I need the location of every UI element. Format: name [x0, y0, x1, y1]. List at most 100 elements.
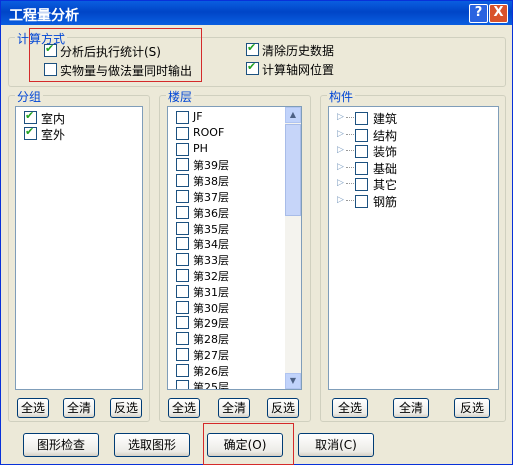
floor-item-checkbox[interactable] [176, 205, 189, 219]
component-invert-button[interactable]: 反选 [454, 398, 490, 418]
component-item-label: 钢筋 [373, 194, 398, 209]
floor-item-checkbox[interactable] [176, 284, 189, 298]
floor-item-checkbox[interactable] [176, 332, 189, 346]
group-item-checkbox[interactable] [24, 109, 37, 124]
floor-item-checkbox[interactable] [176, 300, 189, 314]
group-item-label: 室内 [41, 112, 66, 126]
floor-item-label: 第34层 [193, 238, 229, 252]
floor-item-checkbox[interactable] [176, 363, 189, 377]
group-clear-all-button[interactable]: 全清 [63, 398, 95, 418]
expand-arrow-icon[interactable]: ▷ [337, 145, 344, 155]
scroll-up-icon[interactable]: ▲ [285, 107, 301, 123]
group-item-label: 室外 [41, 128, 66, 142]
tree-connector [346, 166, 354, 168]
floor-item-checkbox[interactable] [176, 111, 189, 124]
component-item-checkbox[interactable] [355, 194, 368, 208]
dialog-window: 工程量分析 ? X 计算方式 分析后执行统计(S) 实物量与做法量同时输出 清除… [0, 0, 513, 465]
clear-history-checkbox[interactable] [246, 41, 259, 56]
group-panel: 分组 室内 室外 全选 全清 反选 [8, 88, 150, 422]
calc-method-group: 计算方式 分析后执行统计(S) 实物量与做法量同时输出 清除历史数据 计算轴网位… [8, 28, 506, 87]
floor-item-label: 第38层 [193, 175, 229, 189]
expand-arrow-icon[interactable]: ▷ [337, 112, 344, 122]
floor-item-checkbox[interactable] [176, 253, 189, 267]
title-bar[interactable]: 工程量分析 ? X [1, 1, 512, 25]
floor-clear-all-button[interactable]: 全清 [218, 398, 250, 418]
physical-output-label: 实物量与做法量同时输出 [60, 64, 193, 78]
pick-graphic-button[interactable]: 选取图形 [114, 433, 190, 457]
component-item-label: 装饰 [373, 145, 398, 159]
tree-connector [346, 199, 354, 201]
group-invert-button[interactable]: 反选 [110, 398, 142, 418]
component-item-label: 结构 [373, 128, 398, 143]
floor-item-label: 第39层 [193, 159, 229, 173]
floor-item-label: 第35层 [193, 222, 229, 236]
expand-arrow-icon[interactable]: ▷ [337, 195, 344, 205]
floor-item-label: 第33层 [193, 254, 229, 268]
graphic-check-button[interactable]: 图形检查 [23, 433, 99, 457]
tree-connector [346, 183, 354, 184]
window-title: 工程量分析 [9, 8, 79, 24]
group-list: 室内 室外 [15, 106, 143, 390]
floor-item-label: 第28层 [193, 333, 229, 347]
group-item-checkbox[interactable] [24, 125, 37, 140]
floor-item-label: 第37层 [193, 191, 229, 204]
expand-arrow-icon[interactable]: ▷ [337, 129, 344, 139]
floor-item-label: JF [193, 110, 203, 123]
floor-item-label: 第29层 [193, 317, 229, 331]
component-item-label: 其它 [373, 178, 398, 192]
floor-item-label: 第36层 [193, 206, 229, 220]
component-clear-all-button[interactable]: 全清 [393, 398, 429, 418]
floor-item-checkbox[interactable] [176, 158, 189, 172]
floor-invert-button[interactable]: 反选 [267, 398, 299, 418]
floor-item-checkbox[interactable] [176, 221, 189, 235]
floor-item-label: 第30层 [193, 301, 229, 315]
component-item-checkbox[interactable] [355, 178, 368, 191]
axis-position-checkbox[interactable] [246, 60, 259, 75]
scroll-down-icon[interactable]: ▼ [285, 373, 301, 389]
close-button[interactable]: X [489, 4, 508, 23]
cancel-button[interactable]: 取消(C) [298, 433, 374, 457]
floor-panel: 楼层 JF ROOF PH 第39层第38层第37层第36层第35层第34层第33层第… [159, 88, 311, 422]
analyze-stat-checkbox[interactable] [44, 42, 57, 57]
ok-button[interactable]: 确定(O) [207, 433, 283, 457]
floor-item-label: PH [193, 141, 208, 155]
component-tree: ▷ 建筑 ▷ 结构 ▷ 装饰 ▷ 基础 ▷ 其它 ▷ 钢筋 [328, 106, 499, 390]
floor-item-label: 第32层 [193, 270, 229, 283]
floor-item-label: 第27层 [193, 349, 229, 362]
component-item-checkbox[interactable] [355, 161, 368, 175]
help-button[interactable]: ? [469, 4, 488, 23]
tree-connector [346, 150, 354, 151]
floor-item-checkbox[interactable] [176, 269, 189, 282]
floor-scrollbar[interactable]: ▲ ▼ [285, 107, 301, 389]
group-select-all-button[interactable]: 全选 [17, 398, 49, 418]
tree-connector [346, 133, 354, 135]
floor-item-checkbox[interactable] [176, 316, 189, 330]
floor-item-label: 第26层 [193, 364, 229, 378]
component-item-checkbox[interactable] [355, 145, 368, 158]
clear-history-label: 清除历史数据 [262, 44, 335, 58]
floor-item-label: 第25层 [193, 380, 229, 390]
floor-item-checkbox[interactable] [176, 379, 189, 389]
scroll-thumb[interactable] [285, 124, 301, 216]
floor-item-checkbox[interactable] [176, 190, 189, 203]
floor-item-checkbox[interactable] [176, 142, 189, 156]
expand-arrow-icon[interactable]: ▷ [337, 178, 344, 188]
component-panel: 构件 ▷ 建筑 ▷ 结构 ▷ 装饰 ▷ 基础 ▷ 其它 ▷ 钢筋 全选 全清 反选 [320, 88, 506, 422]
component-label: 构件 [327, 88, 356, 105]
floor-item-label: ROOF [193, 125, 225, 139]
floor-item-label: 第31层 [193, 285, 229, 299]
floor-item-checkbox[interactable] [176, 174, 189, 188]
floor-item-checkbox[interactable] [176, 126, 189, 140]
component-select-all-button[interactable]: 全选 [332, 398, 368, 418]
expand-arrow-icon[interactable]: ▷ [337, 162, 344, 172]
analyze-stat-label: 分析后执行统计(S) [60, 45, 161, 59]
component-item-checkbox[interactable] [355, 128, 368, 142]
floor-item-checkbox[interactable] [176, 237, 189, 251]
tree-connector [346, 117, 354, 118]
floor-label: 楼层 [166, 88, 195, 105]
component-item-checkbox[interactable] [355, 112, 368, 125]
physical-output-checkbox[interactable] [44, 63, 57, 76]
floor-item-checkbox[interactable] [176, 348, 189, 361]
floor-list: JF ROOF PH 第39层第38层第37层第36层第35层第34层第33层第32层… [167, 106, 302, 390]
floor-select-all-button[interactable]: 全选 [168, 398, 200, 418]
